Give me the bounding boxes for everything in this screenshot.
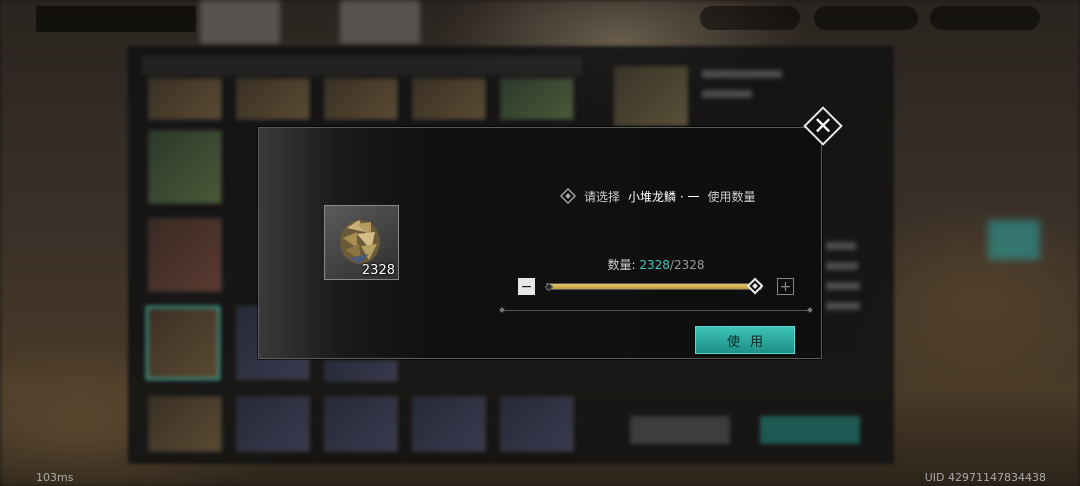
dialog-prompt: 请选择 小堆龙鳞 · 一 使用数量 xyxy=(560,186,755,206)
detail-text-blur xyxy=(826,302,860,310)
increase-quantity-button[interactable]: + xyxy=(777,278,794,295)
dialog-divider xyxy=(500,310,812,311)
detail-text-blur xyxy=(826,242,856,250)
inventory-slot-selected[interactable] xyxy=(146,306,220,380)
close-button[interactable]: ✕ xyxy=(803,106,843,146)
item-count: 2328 xyxy=(361,263,395,278)
detail-text-blur xyxy=(826,262,858,270)
background-glow xyxy=(988,220,1040,260)
inventory-slot[interactable] xyxy=(148,130,222,204)
inventory-slot[interactable] xyxy=(148,396,222,452)
quantity-label: 数量: xyxy=(607,258,636,272)
inventory-slot[interactable] xyxy=(148,78,222,120)
inventory-slot[interactable] xyxy=(148,218,222,292)
detail-item-icon xyxy=(614,66,688,126)
resource-counter xyxy=(700,6,800,30)
background-button xyxy=(630,416,730,444)
inventory-slot[interactable] xyxy=(236,396,310,452)
inventory-slot[interactable] xyxy=(324,360,398,382)
latency-indicator: 103ms xyxy=(36,471,74,484)
item-name: 小堆龙鳞 · 一 xyxy=(628,189,700,204)
detail-text-blur xyxy=(826,282,860,290)
resource-counter xyxy=(930,6,1040,30)
quantity-slider[interactable] xyxy=(546,283,762,290)
quantity-readout: 数量: 2328/2328 xyxy=(500,256,812,273)
inventory-slot[interactable] xyxy=(236,78,310,120)
inventory-slot[interactable] xyxy=(412,396,486,452)
prompt-prefix: 请选择 xyxy=(584,189,621,204)
close-icon: ✕ xyxy=(812,112,834,140)
quantity-slider-fill xyxy=(547,284,761,289)
quantity-max: 2328 xyxy=(673,258,705,272)
inventory-slot[interactable] xyxy=(324,396,398,452)
diamond-ornament-icon xyxy=(560,188,576,204)
inventory-slot[interactable] xyxy=(500,78,574,120)
detail-text-blur xyxy=(702,90,752,98)
quantity-current: 2328 xyxy=(639,258,670,272)
resource-counter xyxy=(814,6,918,30)
inventory-slot[interactable] xyxy=(412,78,486,120)
inventory-tabs xyxy=(142,56,582,76)
decrease-quantity-button[interactable]: − xyxy=(518,278,535,295)
top-left-nav[interactable] xyxy=(36,6,196,32)
user-uid: UID 42971147834438 xyxy=(924,471,1046,484)
item-slot: 2328 xyxy=(324,205,399,280)
inventory-slot[interactable] xyxy=(324,78,398,120)
use-button[interactable]: 使用 xyxy=(695,326,795,354)
background-window xyxy=(340,0,420,44)
detail-text-blur xyxy=(702,70,782,78)
inventory-slot[interactable] xyxy=(500,396,574,452)
dragon-scale-icon xyxy=(340,220,380,264)
background-window xyxy=(200,0,280,44)
background-button xyxy=(760,416,860,444)
prompt-suffix: 使用数量 xyxy=(707,189,756,204)
